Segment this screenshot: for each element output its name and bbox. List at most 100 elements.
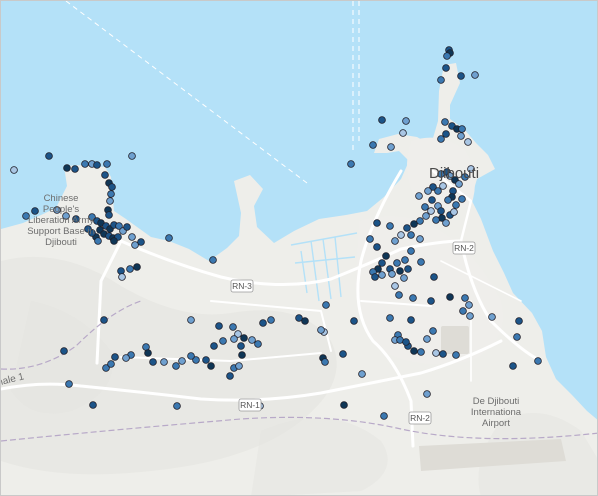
data-point[interactable] bbox=[10, 166, 18, 174]
data-point[interactable] bbox=[446, 293, 454, 301]
data-point[interactable] bbox=[339, 350, 347, 358]
data-point[interactable] bbox=[399, 129, 407, 137]
data-point[interactable] bbox=[267, 316, 275, 324]
data-point[interactable] bbox=[534, 357, 542, 365]
data-point[interactable] bbox=[444, 196, 452, 204]
data-point[interactable] bbox=[118, 273, 126, 281]
data-point[interactable] bbox=[391, 282, 399, 290]
data-point[interactable] bbox=[430, 273, 438, 281]
data-point[interactable] bbox=[65, 380, 73, 388]
data-point[interactable] bbox=[407, 247, 415, 255]
data-point[interactable] bbox=[458, 125, 466, 133]
data-point[interactable] bbox=[443, 52, 451, 60]
data-point[interactable] bbox=[422, 212, 430, 220]
data-point[interactable] bbox=[488, 313, 496, 321]
data-point[interactable] bbox=[515, 317, 523, 325]
data-point[interactable] bbox=[71, 165, 79, 173]
data-point[interactable] bbox=[238, 351, 246, 359]
data-point[interactable] bbox=[442, 64, 450, 72]
data-point[interactable] bbox=[401, 256, 409, 264]
data-point[interactable] bbox=[133, 263, 141, 271]
data-point[interactable] bbox=[215, 322, 223, 330]
data-point[interactable] bbox=[458, 195, 466, 203]
data-point[interactable] bbox=[373, 219, 381, 227]
data-point[interactable] bbox=[219, 337, 227, 345]
data-point[interactable] bbox=[301, 317, 309, 325]
data-point[interactable] bbox=[434, 187, 442, 195]
data-point[interactable] bbox=[423, 335, 431, 343]
data-point[interactable] bbox=[400, 274, 408, 282]
data-point[interactable] bbox=[100, 316, 108, 324]
data-point[interactable] bbox=[409, 294, 417, 302]
data-point[interactable] bbox=[509, 362, 517, 370]
data-point[interactable] bbox=[441, 118, 449, 126]
data-point[interactable] bbox=[417, 348, 425, 356]
data-point[interactable] bbox=[229, 323, 237, 331]
data-point[interactable] bbox=[417, 258, 425, 266]
data-point[interactable] bbox=[428, 196, 436, 204]
data-point[interactable] bbox=[380, 412, 388, 420]
data-point[interactable] bbox=[416, 235, 424, 243]
data-point[interactable] bbox=[131, 241, 139, 249]
data-point[interactable] bbox=[439, 350, 447, 358]
data-point[interactable] bbox=[187, 352, 195, 360]
data-point[interactable] bbox=[397, 231, 405, 239]
data-point[interactable] bbox=[424, 187, 432, 195]
data-point[interactable] bbox=[210, 342, 218, 350]
data-point[interactable] bbox=[103, 160, 111, 168]
data-point[interactable] bbox=[429, 327, 437, 335]
data-point[interactable] bbox=[450, 208, 458, 216]
data-point[interactable] bbox=[457, 72, 465, 80]
data-point[interactable] bbox=[322, 301, 330, 309]
data-point[interactable] bbox=[31, 207, 39, 215]
data-point[interactable] bbox=[369, 141, 377, 149]
data-point[interactable] bbox=[471, 71, 479, 79]
data-point[interactable] bbox=[442, 219, 450, 227]
data-point[interactable] bbox=[89, 401, 97, 409]
data-point[interactable] bbox=[207, 362, 215, 370]
data-point[interactable] bbox=[237, 342, 245, 350]
data-point[interactable] bbox=[427, 297, 435, 305]
data-point[interactable] bbox=[128, 152, 136, 160]
data-point[interactable] bbox=[226, 372, 234, 380]
data-point[interactable] bbox=[347, 160, 355, 168]
data-point[interactable] bbox=[457, 132, 465, 140]
data-point[interactable] bbox=[388, 270, 396, 278]
map-canvas[interactable]: Djibouti Chinese People's Liberation Arm… bbox=[1, 1, 598, 496]
data-point[interactable] bbox=[254, 340, 262, 348]
data-point[interactable] bbox=[358, 370, 366, 378]
data-point[interactable] bbox=[81, 160, 89, 168]
data-point[interactable] bbox=[403, 224, 411, 232]
data-point[interactable] bbox=[123, 223, 131, 231]
data-point[interactable] bbox=[437, 135, 445, 143]
data-point[interactable] bbox=[437, 76, 445, 84]
data-point[interactable] bbox=[382, 252, 390, 260]
data-point[interactable] bbox=[259, 319, 267, 327]
data-point[interactable] bbox=[391, 237, 399, 245]
data-point[interactable] bbox=[437, 207, 445, 215]
data-point[interactable] bbox=[122, 354, 130, 362]
data-point[interactable] bbox=[108, 183, 116, 191]
data-point[interactable] bbox=[94, 237, 102, 245]
data-point[interactable] bbox=[407, 231, 415, 239]
data-point[interactable] bbox=[395, 291, 403, 299]
data-point[interactable] bbox=[160, 358, 168, 366]
data-point[interactable] bbox=[107, 360, 115, 368]
data-point[interactable] bbox=[144, 349, 152, 357]
data-point[interactable] bbox=[513, 333, 521, 341]
data-point[interactable] bbox=[340, 401, 348, 409]
data-point[interactable] bbox=[421, 203, 429, 211]
data-point[interactable] bbox=[106, 197, 114, 205]
data-point[interactable] bbox=[378, 116, 386, 124]
data-point[interactable] bbox=[178, 357, 186, 365]
data-point[interactable] bbox=[410, 220, 418, 228]
data-point[interactable] bbox=[378, 259, 386, 267]
data-point[interactable] bbox=[240, 334, 248, 342]
data-point[interactable] bbox=[373, 243, 381, 251]
data-point[interactable] bbox=[128, 233, 136, 241]
data-point[interactable] bbox=[317, 326, 325, 334]
data-point[interactable] bbox=[172, 362, 180, 370]
data-point[interactable] bbox=[423, 390, 431, 398]
data-point[interactable] bbox=[461, 294, 469, 302]
data-point[interactable] bbox=[452, 201, 460, 209]
